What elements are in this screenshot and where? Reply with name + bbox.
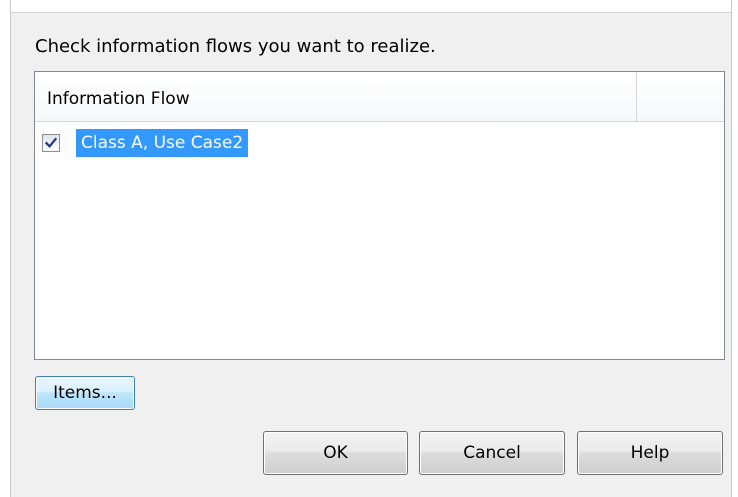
column-header-information-flow[interactable]: Information Flow xyxy=(35,72,637,121)
instruction-text: Check information flows you want to real… xyxy=(35,36,436,57)
list-item-label[interactable]: Class A, Use Case2 xyxy=(76,129,249,157)
window-frame-left xyxy=(0,0,11,497)
list-item-checkbox[interactable] xyxy=(42,134,60,152)
column-header-label: Information Flow xyxy=(47,89,190,109)
cancel-button[interactable]: Cancel xyxy=(419,431,565,475)
realize-information-flow-dialog: Check information flows you want to real… xyxy=(0,0,738,497)
window-frame-top xyxy=(0,0,738,13)
checkmark-icon xyxy=(44,137,58,149)
list-header: Information Flow xyxy=(35,72,724,122)
list-item[interactable]: Class A, Use Case2 xyxy=(42,129,342,157)
ok-button[interactable]: OK xyxy=(263,431,408,475)
items-button[interactable]: Items... xyxy=(35,376,135,410)
information-flow-list[interactable]: Information Flow Class A, Use Case2 xyxy=(34,71,725,360)
column-header-empty[interactable] xyxy=(637,72,724,121)
help-button[interactable]: Help xyxy=(577,431,723,475)
window-frame-right xyxy=(731,0,738,497)
